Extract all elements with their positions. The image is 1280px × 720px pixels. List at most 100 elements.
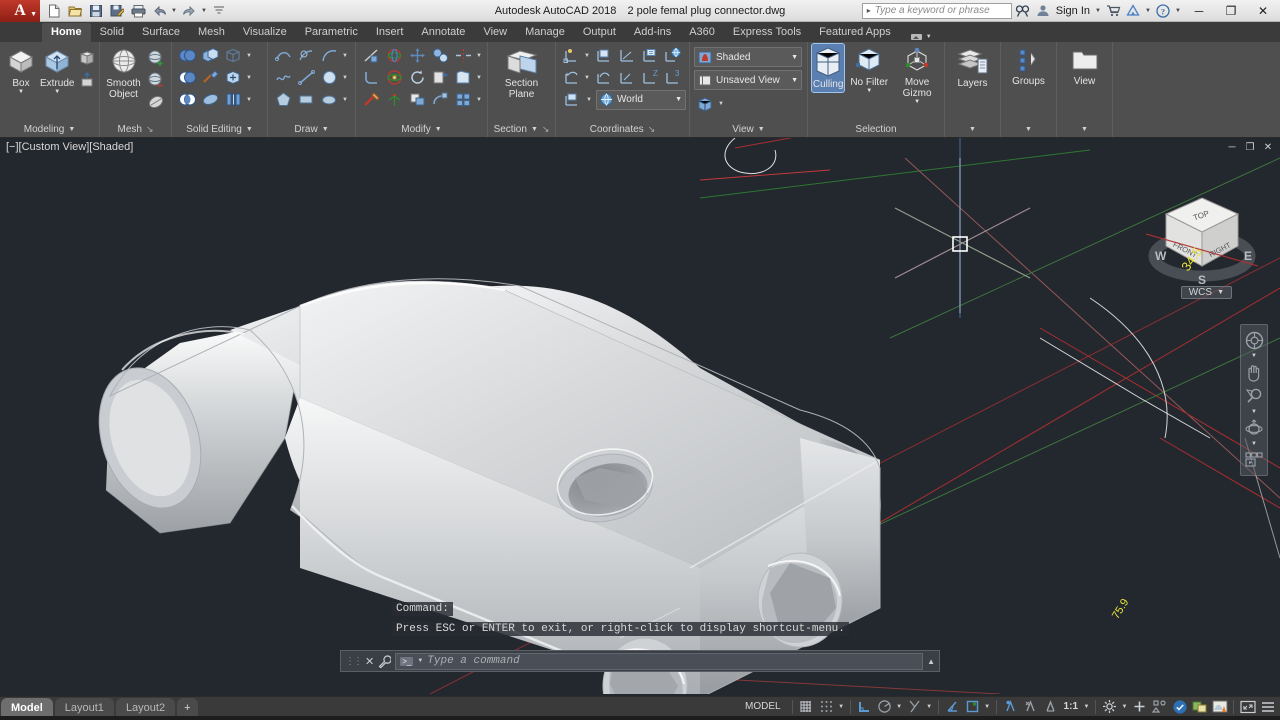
layers-button[interactable]: Layers <box>949 45 996 91</box>
scale-dropdown-icon[interactable]: ▼ <box>1082 704 1091 710</box>
snap-dropdown-icon[interactable]: ▼ <box>837 704 846 710</box>
minimize-window-button[interactable]: ─ <box>1184 0 1214 22</box>
chevron-down-icon[interactable]: ▼ <box>18 89 24 95</box>
move-icon[interactable] <box>406 45 428 66</box>
ribbon-tab-parametric[interactable]: Parametric <box>296 23 367 42</box>
help-icon[interactable]: ? <box>1154 2 1172 20</box>
layout-tab-layout1[interactable]: Layout1 <box>54 698 114 716</box>
steering-wheel-icon[interactable] <box>1242 329 1266 351</box>
smooth-object-button[interactable]: Smooth Object <box>104 45 143 102</box>
panel-title-mesh[interactable]: Mesh ↘ <box>100 122 171 137</box>
graphics-performance-icon[interactable] <box>1210 698 1229 716</box>
array-icon[interactable] <box>452 67 474 88</box>
ucs-face-icon[interactable] <box>592 45 614 66</box>
spline-icon[interactable] <box>272 67 294 88</box>
chevron-down-icon[interactable]: ▼ <box>585 97 593 103</box>
autodesk-store-icon[interactable] <box>1104 2 1122 20</box>
chevron-down-icon[interactable]: ▼ <box>245 97 253 103</box>
plot-icon[interactable] <box>128 1 148 20</box>
ucs-3point-icon[interactable] <box>638 45 660 66</box>
ribbon-tab-featured-apps[interactable]: Featured Apps <box>810 23 900 42</box>
ribbon-tab-home[interactable]: Home <box>42 23 91 42</box>
panel-title-draw[interactable]: Draw ▼ <box>268 122 355 137</box>
wrench-icon[interactable] <box>378 654 392 668</box>
box-tool-button[interactable]: Box ▼ <box>4 45 38 96</box>
workspace-dropdown-icon[interactable]: ▼ <box>1120 704 1129 710</box>
3d-rotate-icon[interactable] <box>383 67 405 88</box>
chevron-down-icon[interactable]: ▼ <box>341 75 349 81</box>
chevron-down-icon[interactable]: ▼ <box>1251 441 1257 447</box>
panel-title-section[interactable]: Section ▼ ↘ <box>488 122 555 137</box>
circle-icon[interactable] <box>318 67 340 88</box>
command-input[interactable]: >_ ▼ Type a command <box>395 652 924 670</box>
mirror-icon[interactable] <box>452 45 474 66</box>
command-line[interactable]: ⋮⋮ ✕ >_ ▼ Type a command ▲ <box>340 650 940 672</box>
search-icon[interactable] <box>1014 2 1032 20</box>
ribbon-tab-visualize[interactable]: Visualize <box>234 23 296 42</box>
ribbon-tab-annotate[interactable]: Annotate <box>412 23 474 42</box>
intersect-icon[interactable] <box>176 89 198 110</box>
panel-title-layers[interactable]: ▼ <box>945 122 1000 137</box>
viewport-config-icon[interactable] <box>694 93 716 114</box>
user-account-icon[interactable] <box>1034 2 1052 20</box>
sign-in-button[interactable]: Sign In <box>1054 5 1092 17</box>
extrude-tool-button[interactable]: Extrude ▼ <box>40 45 74 96</box>
panel-dialog-launcher-icon[interactable]: ↘ <box>648 124 656 135</box>
ucs-origin-icon[interactable] <box>615 45 637 66</box>
panel-dialog-launcher-icon[interactable]: ↘ <box>542 124 550 135</box>
ellipse-icon[interactable] <box>318 89 340 110</box>
imprint-icon[interactable] <box>222 89 244 110</box>
stretch-icon[interactable] <box>429 89 451 110</box>
drawing-canvas[interactable]: Z Y X [−][Custom View][Shaded] ─ ❐ ✕ W E… <box>0 138 1280 696</box>
fillet-icon[interactable] <box>360 67 382 88</box>
customization-icon[interactable] <box>1258 698 1277 716</box>
hardware-acceleration-icon[interactable] <box>1170 698 1189 716</box>
ribbon-tab-solid[interactable]: Solid <box>91 23 133 42</box>
chevron-down-icon[interactable]: ▼ <box>1251 409 1257 415</box>
panel-title-solid-editing[interactable]: Solid Editing ▼ <box>172 122 267 137</box>
panel-title-coordinates[interactable]: Coordinates ↘ <box>556 122 689 137</box>
extrude-face2-icon[interactable] <box>429 67 451 88</box>
help-dropdown-icon[interactable]: ▼ <box>1174 8 1182 14</box>
panel-title-view-right[interactable]: ▼ <box>1057 122 1112 137</box>
solid-union-icon[interactable] <box>199 45 221 66</box>
panel-title-modeling[interactable]: Modeling ▼ <box>0 122 99 137</box>
layout-tab-model[interactable]: Model <box>1 698 53 716</box>
open-file-icon[interactable] <box>65 1 85 20</box>
chevron-down-icon[interactable]: ▼ <box>583 75 591 81</box>
chevron-down-icon[interactable]: ▼ <box>717 101 725 107</box>
rotate-icon[interactable] <box>406 67 428 88</box>
panel-title-selection[interactable]: Selection <box>808 122 944 137</box>
customize-qat-icon[interactable] <box>209 1 229 20</box>
clean-screen-icon[interactable] <box>1190 698 1209 716</box>
chevron-down-icon[interactable]: ▼ <box>583 53 591 59</box>
pan-icon[interactable] <box>1242 361 1266 383</box>
redo-dropdown-icon[interactable]: ▼ <box>200 8 208 14</box>
shell-icon[interactable] <box>199 89 221 110</box>
ucs-named-icon[interactable] <box>560 89 582 110</box>
chevron-down-icon[interactable]: ▼ <box>245 75 253 81</box>
ortho-mode-icon[interactable] <box>855 698 874 716</box>
panel-title-view[interactable]: View ▼ <box>690 122 807 137</box>
ucs-3-icon[interactable]: 3 <box>661 67 683 88</box>
viewport-restore-button[interactable]: ❐ <box>1242 140 1258 154</box>
presspull-icon[interactable] <box>76 69 98 90</box>
polar-tracking-icon[interactable] <box>875 698 894 716</box>
ribbon-tab-addins[interactable]: Add-ins <box>625 23 680 42</box>
chevron-down-icon[interactable]: ▼ <box>54 89 60 95</box>
viewport-minimize-button[interactable]: ─ <box>1224 140 1240 154</box>
ucs-object-icon[interactable] <box>592 67 614 88</box>
ribbon-tab-mesh[interactable]: Mesh <box>189 23 234 42</box>
snap-mode-icon[interactable] <box>817 698 836 716</box>
close-window-button[interactable]: ✕ <box>1248 0 1278 22</box>
close-icon[interactable]: ✕ <box>365 655 374 668</box>
ribbon-tab-output[interactable]: Output <box>574 23 625 42</box>
dynamic-ucs-icon[interactable] <box>963 698 982 716</box>
viewport-view-control[interactable]: [Custom View] <box>19 141 90 153</box>
orbit-icon[interactable] <box>1242 417 1266 439</box>
autodesk-app-icon[interactable] <box>1124 2 1142 20</box>
sign-in-dropdown-icon[interactable]: ▼ <box>1094 8 1102 14</box>
panel-title-modify[interactable]: Modify ▼ <box>356 122 487 137</box>
fullscreen-icon[interactable] <box>1238 698 1257 716</box>
view-selector[interactable]: Unsaved View ▼ <box>694 70 802 90</box>
